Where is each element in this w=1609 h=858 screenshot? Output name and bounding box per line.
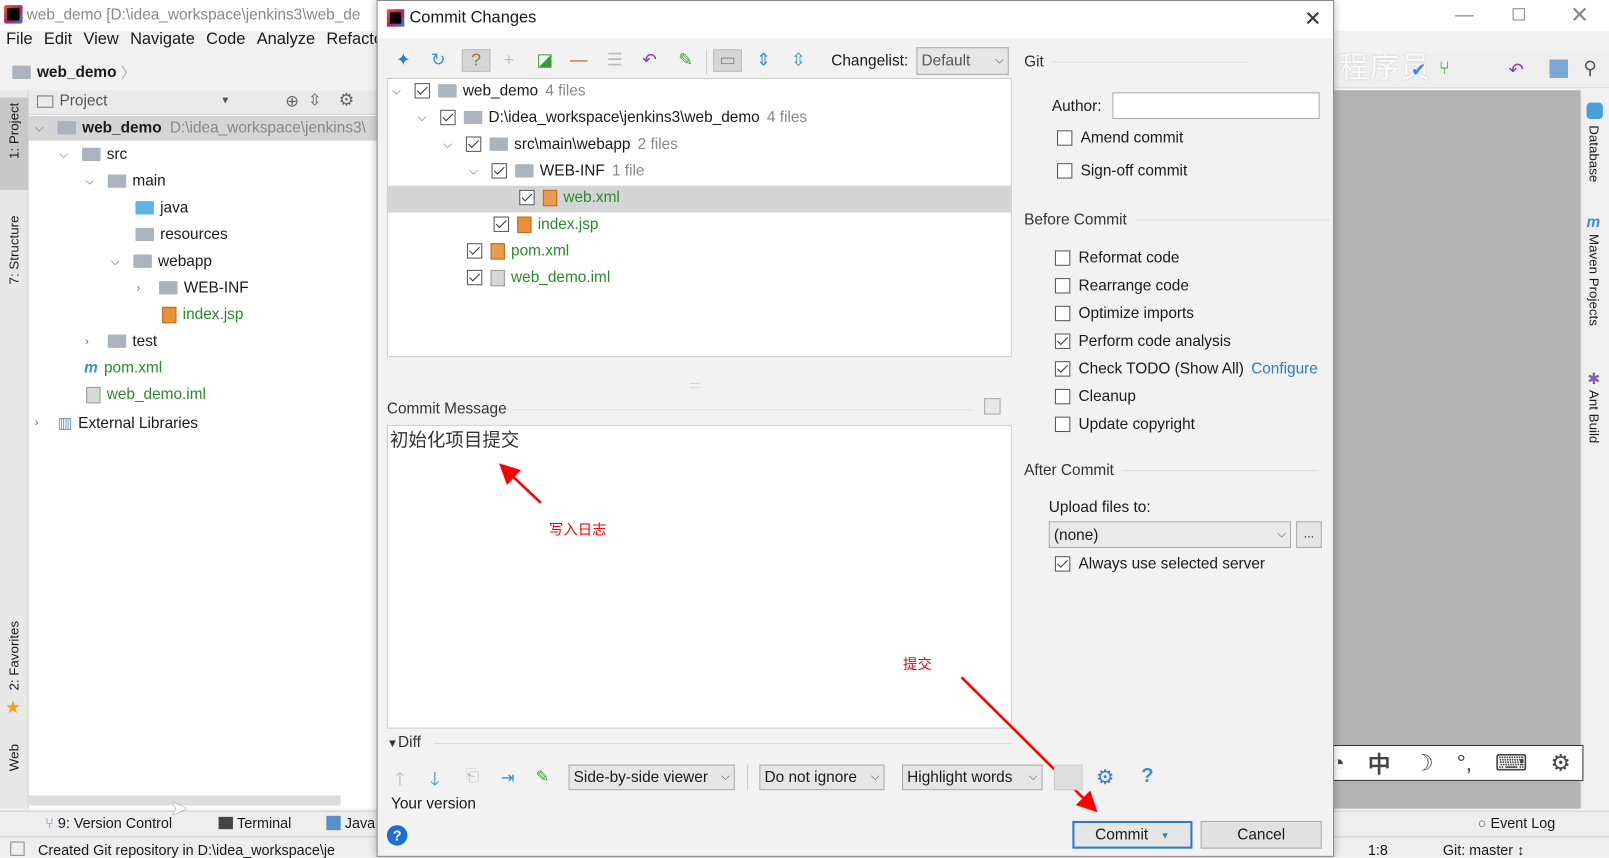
log-arrow bbox=[499, 463, 542, 504]
cleanup-checkbox[interactable]: Cleanup bbox=[1054, 387, 1136, 406]
edit-icon[interactable]: ✎ bbox=[536, 767, 550, 788]
your-version-label: Your version bbox=[390, 795, 476, 813]
highlight-select[interactable]: Highlight words ⌵ bbox=[902, 764, 1043, 791]
upload-label: Upload files to: bbox=[1048, 498, 1151, 517]
update-copyright-checkbox[interactable]: Update copyright bbox=[1054, 415, 1195, 434]
signoff-commit-checkbox[interactable]: Sign-off commit bbox=[1056, 162, 1188, 180]
author-input[interactable] bbox=[1112, 92, 1320, 120]
ignore-select[interactable]: Do not ignore ⌵ bbox=[759, 764, 885, 791]
checkbox[interactable] bbox=[1056, 163, 1073, 179]
prev-difference-icon[interactable]: 🡑 bbox=[395, 767, 405, 798]
diff-label: Diff bbox=[398, 733, 421, 752]
mouse-cursor: ➤ bbox=[170, 797, 188, 820]
checkbox-label: Update copyright bbox=[1078, 415, 1195, 434]
jump-source-icon[interactable]: ⇥ bbox=[501, 768, 515, 789]
annotation-arrows bbox=[499, 463, 1098, 813]
checkbox[interactable] bbox=[1054, 278, 1071, 294]
checkbox[interactable] bbox=[1054, 333, 1071, 349]
diff-help-icon[interactable]: ? bbox=[1141, 765, 1154, 789]
checkbox-label: Check TODO (Show All) bbox=[1078, 360, 1244, 378]
checkbox[interactable] bbox=[1054, 361, 1071, 377]
highlight-value: Highlight words bbox=[907, 768, 1013, 787]
upload-value: (none) bbox=[1053, 525, 1099, 544]
checkbox-label: Amend commit bbox=[1080, 129, 1184, 147]
checkbox-label: Optimize imports bbox=[1078, 304, 1195, 323]
ignore-value: Do not ignore bbox=[764, 768, 857, 787]
commit-dropdown-icon[interactable]: ▼ bbox=[1161, 830, 1170, 840]
rearrange-code-checkbox[interactable]: Rearrange code bbox=[1054, 277, 1189, 295]
checkbox-label: Reformat code bbox=[1078, 249, 1180, 267]
checkbox[interactable] bbox=[1056, 130, 1073, 146]
checkbox-label: Sign-off commit bbox=[1080, 162, 1188, 180]
checkbox-label: Rearrange code bbox=[1078, 277, 1189, 295]
always-use-server-checkbox[interactable]: Always use selected server bbox=[1054, 555, 1266, 573]
browse-servers-button[interactable]: ... bbox=[1296, 521, 1322, 548]
checkbox-label: Always use selected server bbox=[1078, 555, 1266, 573]
diff-toggle[interactable]: ▼Diff bbox=[387, 734, 421, 751]
upload-server-select[interactable]: (none) ⌵ bbox=[1048, 521, 1291, 548]
compare-icon[interactable]: ⎗ bbox=[466, 768, 479, 786]
optimize-imports-checkbox[interactable]: Optimize imports bbox=[1054, 304, 1195, 323]
checkbox[interactable] bbox=[1054, 388, 1071, 405]
log-annotation: 写入日志 bbox=[549, 521, 607, 538]
commit-label: Commit bbox=[1095, 826, 1149, 844]
git-section-title: Git bbox=[1024, 53, 1250, 71]
checkbox[interactable] bbox=[1054, 556, 1071, 572]
screen: web_demo [D:\idea_workspace\jenkins3\web… bbox=[0, 0, 1609, 858]
next-difference-icon[interactable]: 🡓 bbox=[430, 767, 440, 798]
checkbox[interactable] bbox=[1054, 250, 1071, 266]
code-analysis-checkbox[interactable]: Perform code analysis bbox=[1054, 332, 1231, 350]
commit-annotation: 提交 bbox=[903, 655, 932, 673]
help-button[interactable]: ? bbox=[386, 825, 408, 846]
after-commit-section-title: After Commit bbox=[1024, 461, 1316, 480]
lock-button[interactable] bbox=[1053, 764, 1083, 791]
checkbox[interactable] bbox=[1054, 305, 1071, 322]
cancel-button[interactable]: Cancel bbox=[1200, 820, 1322, 849]
before-commit-section-title: Before Commit bbox=[1024, 211, 1331, 229]
viewer-select[interactable]: Side-by-side viewer ⌵ bbox=[568, 764, 735, 791]
checkbox-label: Cleanup bbox=[1078, 387, 1136, 406]
toolbar-separator bbox=[747, 764, 749, 791]
reformat-code-checkbox[interactable]: Reformat code bbox=[1054, 249, 1180, 267]
check-todo-checkbox[interactable]: Check TODO (Show All) Configure bbox=[1054, 360, 1318, 378]
viewer-value: Side-by-side viewer bbox=[573, 768, 708, 787]
amend-commit-checkbox[interactable]: Amend commit bbox=[1056, 129, 1184, 147]
divider bbox=[434, 742, 1012, 744]
configure-link[interactable]: Configure bbox=[1251, 360, 1318, 377]
commit-button[interactable]: Commit ▼ bbox=[1072, 820, 1193, 849]
checkbox[interactable] bbox=[1054, 416, 1071, 433]
diff-settings-icon[interactable]: ⚙ bbox=[1096, 765, 1114, 791]
checkbox-label: Perform code analysis bbox=[1078, 332, 1231, 350]
author-label: Author: bbox=[1051, 97, 1102, 115]
